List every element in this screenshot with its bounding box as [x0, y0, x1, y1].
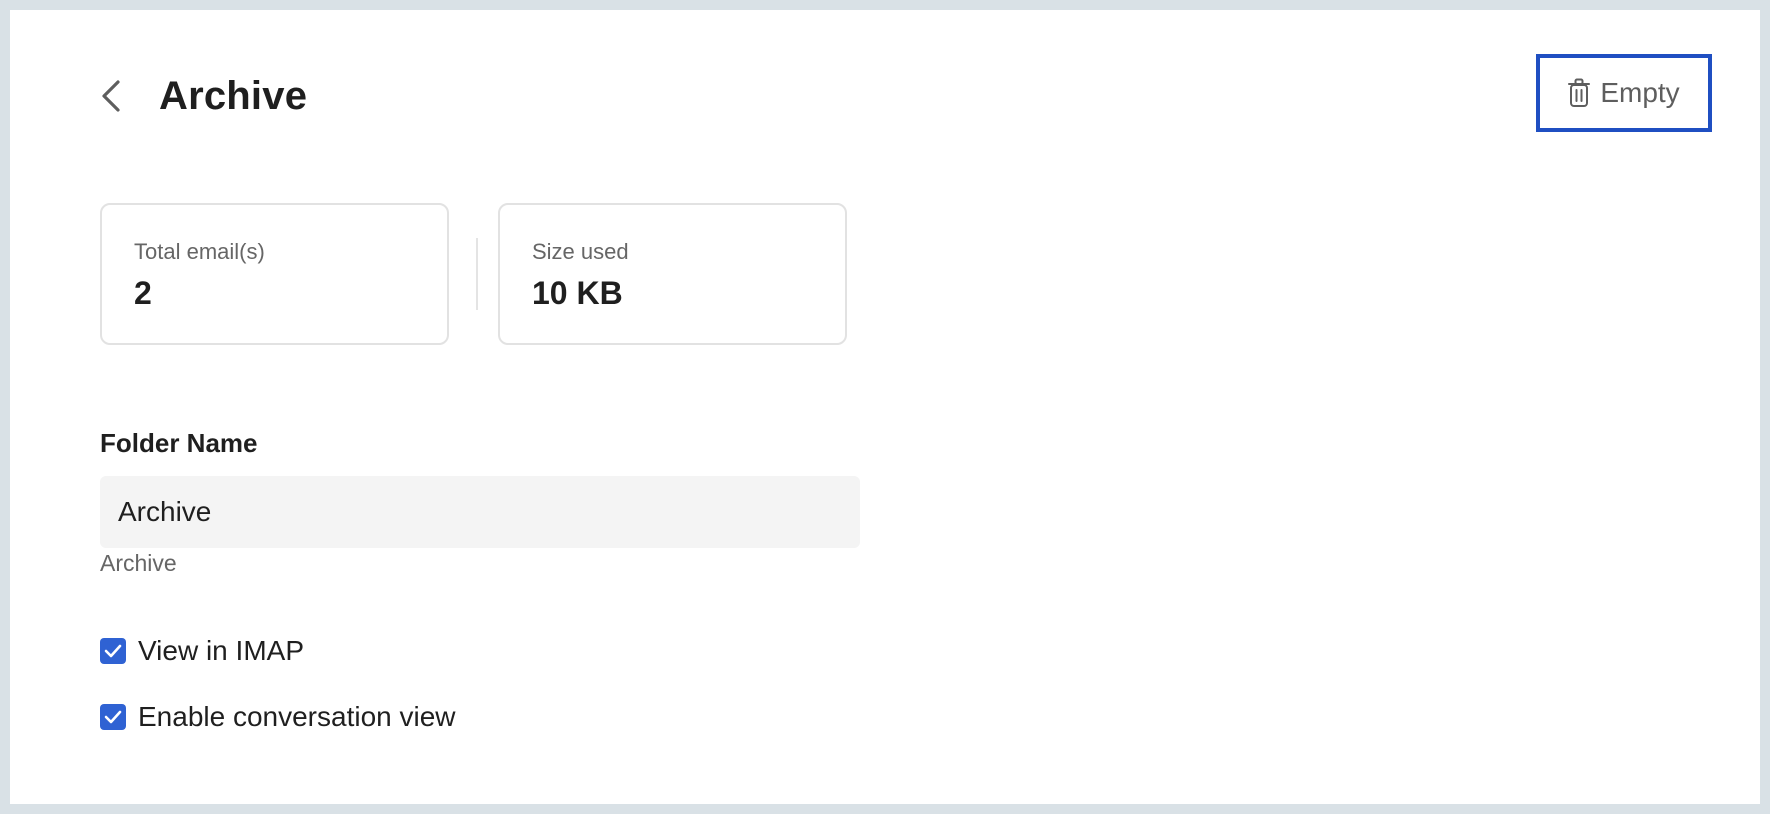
- size-used-label: Size used: [532, 239, 629, 264]
- view-in-imap-checkbox[interactable]: [100, 638, 126, 664]
- chevron-left-icon: [102, 80, 120, 112]
- folder-name-input[interactable]: [100, 476, 860, 548]
- back-button[interactable]: [98, 72, 146, 120]
- page-title: Archive: [159, 73, 308, 118]
- checkmark-icon: [104, 710, 122, 724]
- total-emails-value: 2: [134, 275, 152, 311]
- size-used-value: 10 KB: [532, 275, 623, 311]
- view-in-imap-label: View in IMAP: [138, 635, 304, 666]
- size-used-card: Size used 10 KB: [498, 203, 847, 345]
- checkmark-icon: [104, 644, 122, 658]
- view-in-imap-option[interactable]: View in IMAP: [100, 635, 304, 667]
- conversation-view-label: Enable conversation view: [138, 701, 456, 732]
- empty-folder-button[interactable]: Empty: [1536, 54, 1712, 132]
- folder-name-helper: Archive: [100, 550, 177, 576]
- total-emails-card: Total email(s) 2: [100, 203, 449, 345]
- settings-panel: Archive Empty Total email(s) 2 Size used…: [0, 0, 1770, 814]
- stats-divider: [476, 238, 478, 310]
- page-header: Archive: [98, 66, 307, 126]
- conversation-view-option[interactable]: Enable conversation view: [100, 701, 456, 733]
- total-emails-label: Total email(s): [134, 239, 265, 264]
- folder-name-label: Folder Name: [100, 428, 258, 458]
- trash-icon: [1568, 78, 1591, 107]
- conversation-view-checkbox[interactable]: [100, 704, 126, 730]
- empty-button-label: Empty: [1600, 77, 1680, 108]
